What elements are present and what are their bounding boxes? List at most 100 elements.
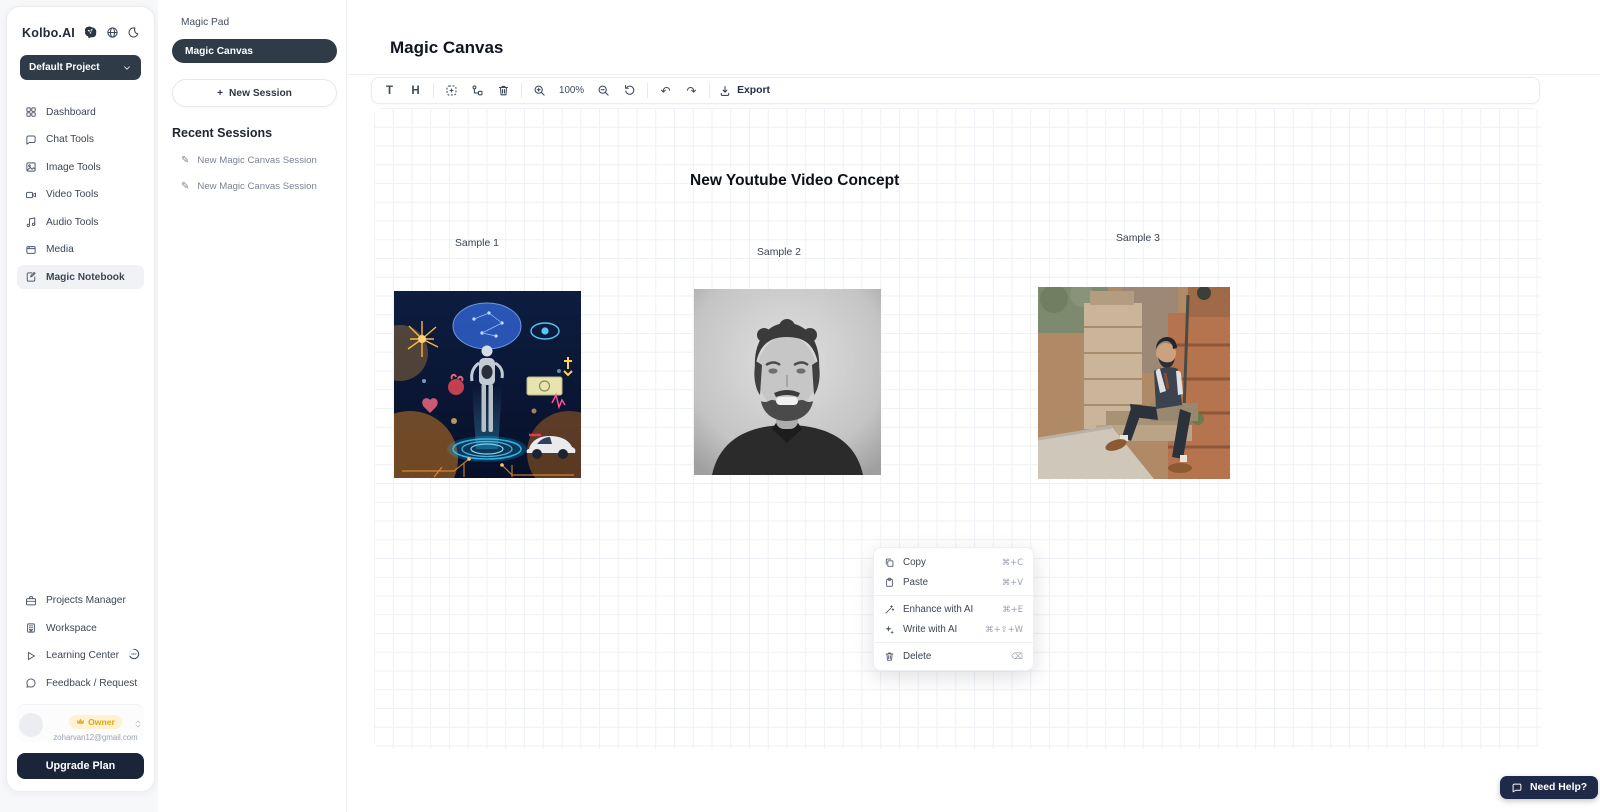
briefcase-icon xyxy=(25,595,37,607)
crown-icon xyxy=(76,717,85,726)
feedback-bubble-icon xyxy=(25,677,37,689)
sample-2-label[interactable]: Sample 2 xyxy=(757,247,801,258)
chat-bubble-icon xyxy=(25,134,37,146)
export-label: Export xyxy=(737,85,770,96)
chevron-down-icon xyxy=(122,63,132,73)
session-list-item[interactable]: ✎ New Magic Canvas Session xyxy=(172,155,337,166)
context-menu-item-paste[interactable]: Paste ⌘+V xyxy=(874,572,1033,592)
media-icon xyxy=(25,244,37,256)
magic-wand-icon xyxy=(884,604,895,615)
chevron-up-down-icon xyxy=(134,715,142,733)
panel-item-magic-canvas[interactable]: Magic Canvas xyxy=(172,39,337,63)
redo-button[interactable]: ↷ xyxy=(683,82,700,100)
brain-logo-icon xyxy=(83,25,98,40)
sidebar-item-dashboard[interactable]: Dashboard xyxy=(17,100,144,124)
help-chat-icon xyxy=(1511,782,1523,794)
app-root: Kolbo.AI Default Project Dashboard Chat … xyxy=(0,0,1600,812)
owner-badge-label: Owner xyxy=(88,717,115,727)
download-icon xyxy=(719,85,731,97)
sidebar-item-image-tools[interactable]: Image Tools xyxy=(17,155,144,179)
sidebar-item-chat-tools[interactable]: Chat Tools xyxy=(17,128,144,152)
logo-row: Kolbo.AI xyxy=(17,25,144,40)
sidebar-item-feedback-request[interactable]: Feedback / Request xyxy=(17,671,144,695)
context-menu-item-write-with-ai[interactable]: Write with AI ⌘+⇧+W xyxy=(874,619,1033,639)
sidebar-item-learning-center[interactable]: Learning Center 66% xyxy=(17,644,144,668)
delete-tool-button[interactable] xyxy=(495,82,512,100)
heading-tool-button[interactable]: H xyxy=(407,82,424,100)
context-menu-item-delete[interactable]: Delete ⌫ xyxy=(874,646,1033,666)
panel-item-magic-pad[interactable]: Magic Pad xyxy=(172,15,337,28)
need-help-button[interactable]: Need Help? xyxy=(1500,776,1598,799)
upgrade-plan-button[interactable]: Upgrade Plan xyxy=(17,753,144,779)
sample-image-3[interactable] xyxy=(1038,287,1230,479)
header-divider xyxy=(347,74,1600,75)
sidebar-item-media[interactable]: Media xyxy=(17,238,144,262)
zoom-level: 100% xyxy=(557,85,586,96)
learning-progress-ring: 66% xyxy=(128,648,140,663)
context-menu: Copy ⌘+C Paste ⌘+V Enhance with AI ⌘+E W… xyxy=(873,547,1034,671)
text-tool-button[interactable]: T xyxy=(381,82,398,100)
plus-icon: + xyxy=(217,88,223,99)
undo-button[interactable]: ↶ xyxy=(657,82,674,100)
copy-icon xyxy=(884,557,895,568)
sidebar-item-label: Feedback / Request xyxy=(46,678,137,689)
sidebar-item-video-tools[interactable]: Video Tools xyxy=(17,183,144,207)
sidebar-footer-nav: Projects Manager Workspace Learning Cent… xyxy=(17,589,144,696)
zoom-in-button[interactable] xyxy=(531,82,548,100)
sample-1-label[interactable]: Sample 1 xyxy=(455,238,499,249)
toolbar-divider xyxy=(709,83,710,98)
canvas-toolbar: T H 100% ↶ ↷ xyxy=(371,77,1540,104)
connector-icon xyxy=(471,84,484,97)
user-account-card[interactable]: Owner zoharvan12@gmail.com xyxy=(17,704,144,742)
sidebar-nav: Dashboard Chat Tools Image Tools Video T… xyxy=(17,100,144,289)
sidebar-item-projects-manager[interactable]: Projects Manager xyxy=(17,589,144,613)
zoom-out-icon xyxy=(597,84,610,97)
sample-3-label[interactable]: Sample 3 xyxy=(1116,233,1160,244)
owner-badge: Owner xyxy=(69,715,122,729)
notebook-pen-icon xyxy=(25,271,37,283)
new-session-label: New Session xyxy=(229,88,292,99)
sidebar-item-workspace[interactable]: Workspace xyxy=(17,616,144,640)
sidebar-item-label: Learning Center xyxy=(46,650,119,661)
zoom-out-button[interactable] xyxy=(595,82,612,100)
sidebar-spacer xyxy=(17,289,144,569)
sample-image-2[interactable] xyxy=(694,289,881,475)
sample-image-1[interactable] xyxy=(394,291,581,478)
session-list-item[interactable]: ✎ New Magic Canvas Session xyxy=(172,181,337,192)
sidebar-item-label: Workspace xyxy=(46,623,97,634)
avatar xyxy=(19,713,43,737)
new-session-button[interactable]: + New Session xyxy=(172,79,337,107)
context-menu-item-enhance-with-ai[interactable]: Enhance with AI ⌘+E xyxy=(874,599,1033,619)
toolbar-divider xyxy=(433,83,434,98)
ai-select-tool-button[interactable] xyxy=(443,82,460,100)
sidebar-item-label: Chat Tools xyxy=(46,134,94,145)
brand-logo-text: Kolbo.AI xyxy=(22,26,75,40)
image-icon xyxy=(25,161,37,173)
language-globe-icon[interactable] xyxy=(106,26,119,39)
video-camera-icon xyxy=(25,189,37,201)
context-menu-label: Delete xyxy=(903,651,931,662)
ai-select-icon xyxy=(445,84,458,97)
sidebar-item-label: Audio Tools xyxy=(46,217,98,228)
sidebar-item-label: Projects Manager xyxy=(46,595,126,606)
dashboard-icon xyxy=(25,106,37,118)
main-area: Magic Canvas T H 100% xyxy=(347,0,1600,812)
sidebar-item-label: Video Tools xyxy=(46,189,98,200)
sidebar-item-magic-notebook[interactable]: Magic Notebook xyxy=(17,265,144,289)
rotate-icon xyxy=(623,84,636,97)
canvas-heading-text[interactable]: New Youtube Video Concept xyxy=(690,172,899,190)
sparkles-icon xyxy=(884,624,895,635)
sidebar-item-audio-tools[interactable]: Audio Tools xyxy=(17,210,144,234)
connector-tool-button[interactable] xyxy=(469,82,486,100)
context-menu-divider xyxy=(874,595,1033,596)
export-button[interactable]: Export xyxy=(719,85,770,97)
recent-sessions-heading: Recent Sessions xyxy=(172,126,337,140)
reset-view-button[interactable] xyxy=(621,82,638,100)
context-menu-item-copy[interactable]: Copy ⌘+C xyxy=(874,552,1033,572)
sidebar-item-label: Dashboard xyxy=(46,107,96,118)
paste-icon xyxy=(884,577,895,588)
dark-mode-moon-icon[interactable] xyxy=(127,26,140,39)
context-menu-divider xyxy=(874,642,1033,643)
user-meta: Owner zoharvan12@gmail.com xyxy=(49,713,142,742)
project-selector[interactable]: Default Project xyxy=(20,55,141,80)
